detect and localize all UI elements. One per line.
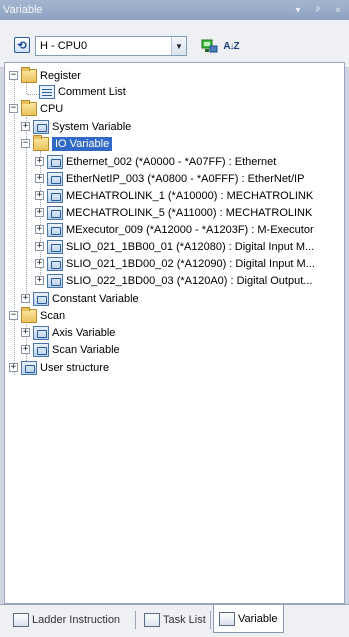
tab-separator [210,611,211,629]
io-module-icon [47,154,63,169]
cpu-select[interactable]: H - CPU0 ▼ [35,36,187,56]
folder-open-icon [21,66,37,83]
tab-label: Ladder Instruction [32,614,121,626]
tree-item-io-module[interactable]: + Ethernet_002 (*A0000 - *A07FF) : Ether… [35,153,276,170]
bottom-tab-bar: Ladder Instruction Task List Variable [0,604,349,637]
auto-hide-pin-icon[interactable]: ᵖ [313,5,323,16]
io-variable-folder-icon [33,134,49,151]
expand-icon[interactable]: + [35,191,44,200]
variable-icon [219,611,235,626]
scan-variable-icon [33,342,49,357]
io-module-icon [47,188,63,203]
tree-item-constant-variable[interactable]: + Constant Variable [21,290,139,307]
tree-item-label: Axis Variable [52,326,116,339]
tree-item-user-structure[interactable]: + User structure [9,359,109,376]
sort-az-icon[interactable]: A↓Z [222,38,240,54]
expand-icon[interactable]: + [35,259,44,268]
window-position-icon[interactable]: ▾ [293,5,303,16]
tree-item-comment-list[interactable]: Comment List [39,83,126,100]
tab-label: Variable [238,612,278,625]
cpu-select-value: H - CPU0 [40,40,88,52]
user-structure-icon [21,360,37,375]
expand-icon[interactable]: + [21,122,30,131]
expand-icon[interactable]: + [35,174,44,183]
folder-open-icon [21,99,37,116]
tree-item-label: Comment List [58,85,126,98]
expand-icon[interactable]: + [35,208,44,217]
toolbar: ⟲ H - CPU0 ▼ A↓Z [0,20,349,68]
io-module-icon [47,256,63,271]
expand-icon[interactable]: + [9,363,18,372]
tree-item-label: Scan Variable [52,343,120,356]
chevron-down-icon[interactable]: ▼ [171,37,186,55]
tree-connector-root [14,79,15,375]
tab-separator [135,611,136,629]
tree-item-io-module[interactable]: + MECHATROLINK_5 (*A11000) : MECHATROLIN… [35,204,312,221]
tree-item-io-variable[interactable]: − IO Variable [21,134,113,152]
expand-icon[interactable]: + [35,242,44,251]
tree-item-label: CPU [40,102,64,115]
tree-item-label: Register [40,69,81,82]
tree-item-scan[interactable]: − Scan [9,306,66,324]
panel-title: Variable [3,4,43,16]
tree-item-label: MECHATROLINK_1 (*A10000) : MECHATROLINK [66,189,314,202]
folder-open-icon [21,306,37,323]
tree-item-label: SLIO_022_1BD00_03 (*A120A0) : Digital Ou… [66,274,313,287]
tree-item-system-variable[interactable]: + System Variable [21,118,131,135]
tree-connector-register [26,83,27,94]
tree-item-axis-variable[interactable]: + Axis Variable [21,324,115,341]
task-list-icon [144,613,160,627]
tree-item-io-module[interactable]: + MECHATROLINK_1 (*A10000) : MECHATROLIN… [35,187,313,204]
expand-icon[interactable]: + [35,225,44,234]
io-module-icon [47,222,63,237]
tree-item-label: Constant Variable [52,292,139,305]
ladder-instruction-icon [13,613,29,627]
expand-icon[interactable]: + [35,157,44,166]
tab-task-list[interactable]: Task List [139,608,211,632]
tab-label: Task List [163,614,206,626]
tree-item-label: MExecutor_009 (*A12000 - *A1203F) : M-Ex… [66,223,314,236]
tree-item-label: User structure [40,361,110,374]
tree-item-io-module[interactable]: + SLIO_022_1BD00_03 (*A120A0) : Digital … [35,272,312,289]
comment-list-icon [39,84,55,99]
tree-item-io-module[interactable]: + SLIO_021_1BB00_01 (*A12080) : Digital … [35,238,314,255]
tab-ladder-instruction[interactable]: Ladder Instruction [8,608,125,632]
monitor-variable-icon[interactable] [201,38,219,54]
tree-item-label: MECHATROLINK_5 (*A11000) : MECHATROLINK [66,206,313,219]
variable-tree[interactable]: − Register Comment List − CPU + System V… [4,62,345,604]
tree-item-label: Ethernet_002 (*A0000 - *A07FF) : Etherne… [66,155,277,168]
refresh-icon[interactable]: ⟲ [14,37,30,53]
io-module-icon [47,171,63,186]
tree-item-register[interactable]: − Register [9,66,81,84]
tree-connector-comment [27,94,39,95]
collapse-icon[interactable]: − [9,311,18,320]
tree-item-label: Scan [40,309,66,322]
close-icon[interactable]: × [333,5,343,16]
io-module-icon [47,239,63,254]
tree-item-label: IO Variable [52,136,113,151]
tree-item-label: System Variable [52,120,132,133]
tree-item-io-module[interactable]: + SLIO_021_1BD00_02 (*A12090) : Digital … [35,255,315,272]
tree-item-label: EtherNetIP_003 (*A0800 - *A0FFF) : Ether… [66,172,305,185]
tree-item-io-module[interactable]: + MExecutor_009 (*A12000 - *A1203F) : M-… [35,221,314,238]
collapse-icon[interactable]: − [9,71,18,80]
tree-item-label: SLIO_021_1BD00_02 (*A12090) : Digital In… [66,257,315,270]
panel-title-bar: Variable ▾ ᵖ × [0,0,349,20]
collapse-icon[interactable]: − [9,104,18,113]
expand-icon[interactable]: + [21,294,30,303]
collapse-icon[interactable]: − [21,139,30,148]
tree-item-io-module[interactable]: + EtherNetIP_003 (*A0800 - *A0FFF) : Eth… [35,170,304,187]
system-variable-icon [33,119,49,134]
io-module-icon [47,273,63,288]
tree-item-label: SLIO_021_1BB00_01 (*A12080) : Digital In… [66,240,315,253]
expand-icon[interactable]: + [21,345,30,354]
axis-variable-icon [33,325,49,340]
expand-icon[interactable]: + [21,328,30,337]
tree-item-scan-variable[interactable]: + Scan Variable [21,341,120,358]
expand-icon[interactable]: + [35,276,44,285]
io-module-icon [47,205,63,220]
tree-item-cpu[interactable]: − CPU [9,99,64,117]
constant-variable-icon [33,291,49,306]
tab-variable[interactable]: Variable [213,605,284,633]
